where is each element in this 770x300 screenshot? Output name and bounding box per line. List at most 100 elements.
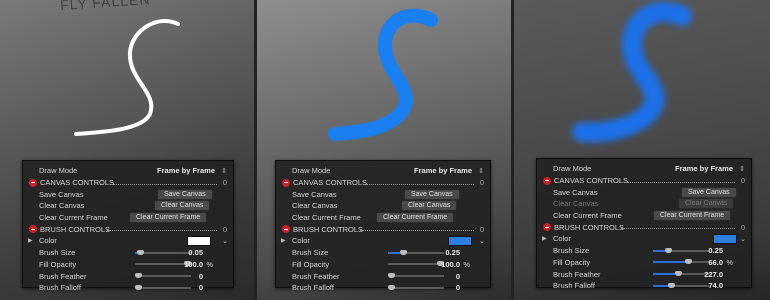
- clear-canvas-button[interactable]: Clear Canvas: [154, 200, 211, 212]
- brush-feather-value[interactable]: 0: [456, 272, 460, 281]
- canvas-controls-value: 0: [479, 178, 484, 188]
- brush-feather-row: Brush Feather 227.0: [541, 268, 747, 280]
- draw-mode-select[interactable]: Frame by Frame: [414, 166, 472, 175]
- chevron-down-icon[interactable]: ⌄: [740, 235, 746, 243]
- color-swatch[interactable]: [713, 233, 737, 244]
- brush-controls-label: BRUSH CONTROLS: [40, 224, 111, 234]
- slider-thumb[interactable]: [667, 282, 675, 288]
- disclosure-triangle-icon[interactable]: ▶: [542, 235, 547, 242]
- clear-canvas-button[interactable]: Clear Canvas: [678, 198, 735, 210]
- color-swatch[interactable]: [187, 235, 211, 246]
- slider-thumb[interactable]: [665, 247, 673, 253]
- brush-feather-slider[interactable]: [388, 273, 444, 279]
- chevron-down-icon[interactable]: ⌄: [222, 237, 228, 245]
- canvas-controls-section[interactable]: CANVAS CONTROLS 0: [280, 177, 486, 189]
- reset-icon[interactable]: [543, 176, 551, 185]
- fill-opacity-slider[interactable]: [388, 261, 444, 267]
- slider-thumb[interactable]: [388, 284, 395, 290]
- brush-feather-value[interactable]: 0: [199, 272, 203, 281]
- fill-opacity-unit: %: [463, 259, 470, 269]
- slider-thumb[interactable]: [675, 271, 683, 277]
- brush-size-slider[interactable]: [653, 247, 709, 253]
- clear-current-frame-button[interactable]: Clear Current Frame: [129, 212, 208, 224]
- canvas-controls-section[interactable]: CANVAS CONTROLS 0: [27, 177, 229, 189]
- chevron-down-icon[interactable]: ⌄: [479, 237, 485, 245]
- canvas-controls-label: CANVAS CONTROLS: [554, 176, 629, 186]
- brush-size-value[interactable]: 0.05: [188, 248, 203, 257]
- canvas-controls-label: CANVAS CONTROLS: [293, 178, 368, 188]
- brush-falloff-value[interactable]: 0: [456, 283, 460, 292]
- color-row: ▶ Color ⌄: [280, 235, 486, 247]
- fill-opacity-value[interactable]: 100.0: [441, 260, 460, 269]
- reset-icon[interactable]: [282, 178, 290, 187]
- brush-controls-section[interactable]: BRUSH CONTROLS 0: [280, 223, 486, 235]
- color-swatch[interactable]: [448, 235, 472, 246]
- brush-feather-label: Brush Feather: [553, 269, 601, 279]
- brush-stroke[interactable]: [514, 0, 770, 160]
- brush-size-label: Brush Size: [553, 246, 590, 256]
- fill-opacity-label: Fill Opacity: [292, 259, 330, 269]
- dotted-leader: [366, 183, 474, 185]
- brush-controls-section[interactable]: BRUSH CONTROLS 0: [27, 223, 229, 235]
- brush-size-value[interactable]: 0.25: [708, 246, 723, 255]
- stroke-path: [328, 8, 438, 141]
- brush-falloff-slider[interactable]: [653, 282, 709, 288]
- clear-frame-label: Clear Current Frame: [39, 213, 108, 223]
- select-arrows-icon[interactable]: ⇕: [478, 167, 484, 175]
- disclosure-triangle-icon[interactable]: ▶: [28, 237, 33, 244]
- clear-canvas-button[interactable]: Clear Canvas: [401, 200, 458, 212]
- effect-controls: Draw Mode Frame by Frame ⇕ CANVAS CONTRO…: [22, 160, 234, 292]
- effect-controls: Draw Mode Frame by Frame ⇕ CANVAS CONTRO…: [275, 160, 491, 292]
- slider-thumb[interactable]: [135, 273, 142, 279]
- clear-current-frame-button[interactable]: Clear Current Frame: [376, 212, 455, 224]
- slider-thumb[interactable]: [685, 259, 693, 265]
- fill-opacity-slider[interactable]: [653, 259, 709, 265]
- brush-size-slider[interactable]: [135, 249, 191, 255]
- brush-stroke[interactable]: [0, 0, 254, 160]
- reset-icon[interactable]: [29, 178, 37, 187]
- slider-thumb[interactable]: [388, 273, 395, 279]
- fill-opacity-value[interactable]: 100.0: [184, 260, 203, 269]
- brush-feather-row: Brush Feather 0: [280, 270, 486, 282]
- brush-falloff-row: Brush Falloff 0: [280, 282, 486, 294]
- save-canvas-button[interactable]: Save Canvas: [157, 188, 213, 200]
- brush-feather-slider[interactable]: [653, 271, 709, 277]
- draw-mode-select[interactable]: Frame by Frame: [157, 166, 215, 175]
- brush-feather-slider[interactable]: [135, 273, 191, 279]
- brush-controls-label: BRUSH CONTROLS: [293, 224, 364, 234]
- reset-icon[interactable]: [543, 223, 551, 232]
- disclosure-triangle-icon[interactable]: ▶: [281, 237, 286, 244]
- brush-size-value[interactable]: 0.25: [445, 248, 460, 257]
- select-arrows-icon[interactable]: ⇕: [739, 165, 745, 173]
- brush-controls-value: 0: [222, 224, 227, 234]
- save-canvas-button[interactable]: Save Canvas: [404, 188, 460, 200]
- brush-falloff-value[interactable]: 0: [199, 283, 203, 292]
- slider-thumb[interactable]: [400, 249, 408, 255]
- fill-opacity-value[interactable]: 66.0: [708, 258, 723, 267]
- reset-icon[interactable]: [29, 225, 37, 234]
- brush-falloff-value[interactable]: 74.0: [708, 281, 723, 290]
- brush-controls-section[interactable]: BRUSH CONTROLS 0: [541, 221, 747, 233]
- panel-1: FLY FALLEN Draw Mode Frame by Frame ⇕ CA…: [0, 0, 254, 300]
- slider-thumb[interactable]: [135, 284, 142, 290]
- clear-current-frame-button[interactable]: Clear Current Frame: [653, 210, 732, 222]
- brush-feather-value[interactable]: 227.0: [704, 270, 723, 279]
- save-canvas-button[interactable]: Save Canvas: [681, 186, 737, 198]
- canvas-controls-section[interactable]: CANVAS CONTROLS 0: [541, 175, 747, 187]
- color-label: Color: [292, 236, 310, 246]
- brush-size-slider[interactable]: [388, 249, 444, 255]
- brush-falloff-slider[interactable]: [135, 284, 191, 290]
- clear-canvas-label: Clear Canvas: [553, 199, 599, 209]
- draw-mode-row: Draw Mode Frame by Frame ⇕: [280, 165, 486, 177]
- brush-falloff-slider[interactable]: [388, 284, 444, 290]
- reset-icon[interactable]: [282, 225, 290, 234]
- draw-mode-row: Draw Mode Frame by Frame ⇕: [27, 165, 229, 177]
- brush-stroke[interactable]: [257, 0, 511, 160]
- fill-opacity-slider[interactable]: [135, 261, 191, 267]
- brush-feather-label: Brush Feather: [292, 271, 340, 281]
- fill-opacity-unit: %: [726, 257, 733, 267]
- brush-controls-label: BRUSH CONTROLS: [554, 222, 625, 232]
- draw-mode-select[interactable]: Frame by Frame: [675, 164, 733, 173]
- select-arrows-icon[interactable]: ⇕: [221, 167, 227, 175]
- slider-thumb[interactable]: [137, 249, 145, 255]
